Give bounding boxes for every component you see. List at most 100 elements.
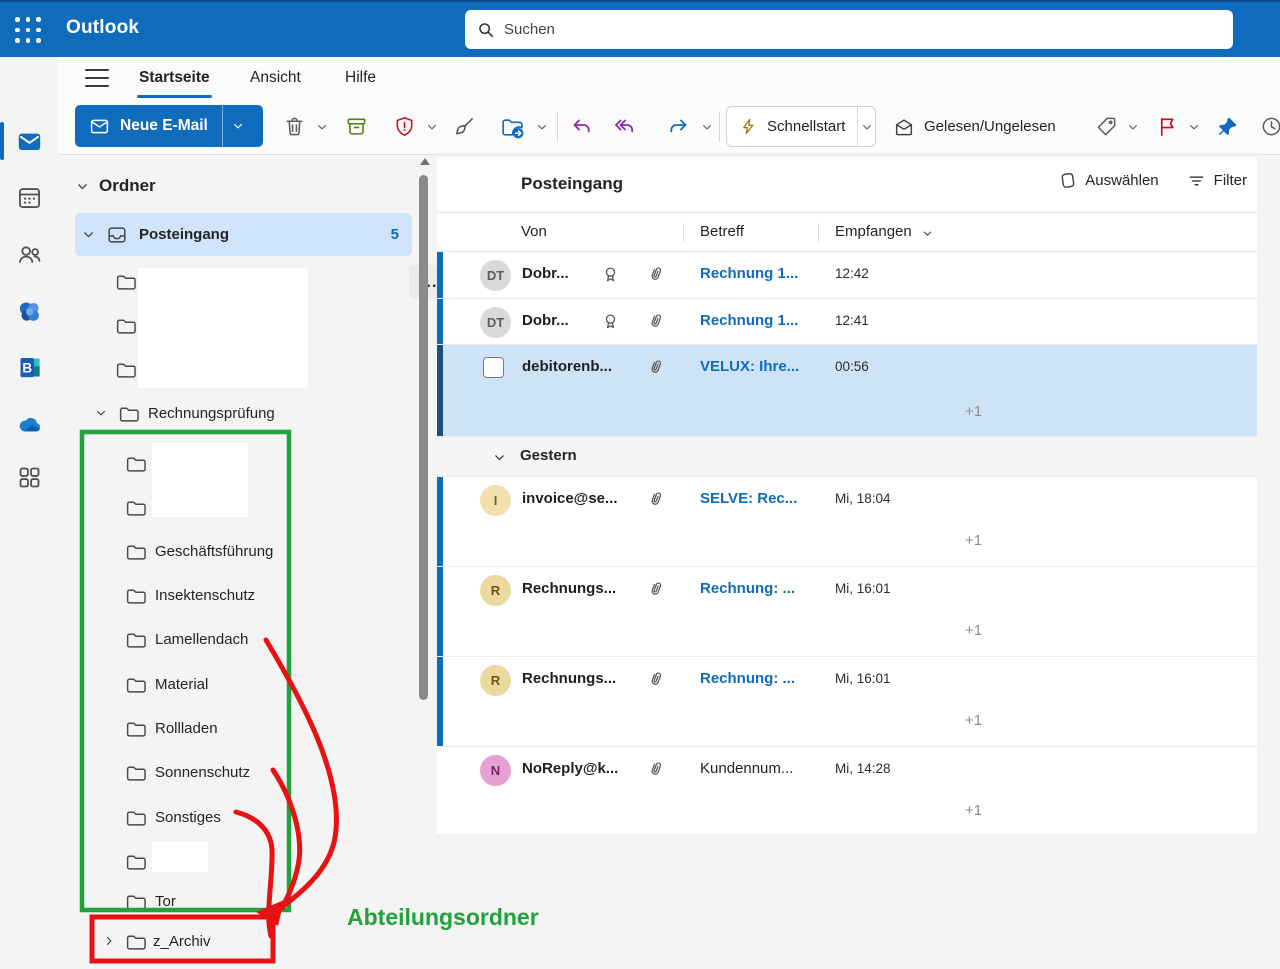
tab-startseite[interactable]: Startseite <box>137 65 212 91</box>
message-time: 12:42 <box>835 266 869 281</box>
new-mail-dropdown[interactable] <box>222 105 253 147</box>
message-row[interactable]: R Rechnungs... Rechnung: ... Mi, 16:01 +… <box>437 567 1257 657</box>
forward-dropdown-chevron[interactable] <box>701 121 713 133</box>
tag-icon[interactable] <box>1095 115 1118 138</box>
subfolder-lamellendach[interactable]: Lamellendach <box>75 617 412 661</box>
avatar: DT <box>480 307 511 338</box>
quick-steps-dropdown[interactable] <box>857 107 875 146</box>
message-time: Mi, 18:04 <box>835 491 891 506</box>
mail-icon[interactable] <box>16 128 43 155</box>
folder-icon <box>125 718 146 739</box>
envelope-open-icon <box>893 116 915 138</box>
folder-icon <box>115 359 136 380</box>
group-header-gestern[interactable]: Gestern <box>437 437 1257 477</box>
message-time: Mi, 16:01 <box>835 581 891 596</box>
subfolder-geschaeftsfuehrung[interactable]: Geschäftsführung <box>75 529 412 573</box>
sidebar-scrollbar[interactable] <box>419 175 428 700</box>
attachment-icon <box>643 756 669 782</box>
search-box[interactable] <box>465 10 1233 49</box>
folder-label: Sonstiges <box>155 809 221 826</box>
message-row[interactable]: DT Dobr... Rechnung 1... 12:42 <box>437 252 1257 299</box>
unread-count-badge: 5 <box>391 226 399 243</box>
pin-icon[interactable] <box>1216 115 1239 138</box>
flag-icon[interactable] <box>1156 115 1179 138</box>
message-sender: debitorenb... <box>522 358 612 375</box>
message-row-selected[interactable]: debitorenb... VELUX: Ihre... 00:56 +1 <box>437 345 1257 437</box>
folders-section-header[interactable]: Ordner <box>76 172 156 200</box>
redaction-box <box>152 443 248 517</box>
tag-dropdown-chevron[interactable] <box>1127 121 1139 133</box>
message-row[interactable]: R Rechnungs... Rechnung: ... Mi, 16:01 +… <box>437 657 1257 747</box>
app-launcher-icon[interactable] <box>15 17 42 44</box>
subfolder-rollladen[interactable]: Rollladen <box>75 706 412 750</box>
unread-indicator <box>437 252 443 298</box>
report-icon[interactable] <box>393 115 416 138</box>
attachment-icon <box>643 354 669 380</box>
loop-icon[interactable] <box>16 298 43 325</box>
nav-toggle-icon[interactable] <box>85 69 109 87</box>
people-icon[interactable] <box>16 241 43 268</box>
delete-icon[interactable] <box>283 115 306 138</box>
flag-dropdown-chevron[interactable] <box>1188 121 1200 133</box>
subfolder-sonnenschutz[interactable]: Sonnenschutz <box>75 750 412 794</box>
search-input[interactable] <box>504 21 1221 38</box>
folders-section-title: Ordner <box>99 176 156 196</box>
select-button[interactable]: Auswählen <box>1058 171 1158 190</box>
conversation-overflow-count[interactable]: +1 <box>965 622 982 639</box>
sweep-icon[interactable] <box>453 115 476 138</box>
message-subject: Rechnung: ... <box>700 580 795 597</box>
sidebar-item-posteingang[interactable]: Posteingang 5 <box>75 213 412 256</box>
delete-dropdown-chevron[interactable] <box>316 121 328 133</box>
filter-button[interactable]: Filter <box>1187 171 1247 190</box>
tab-hilfe[interactable]: Hilfe <box>343 65 378 91</box>
move-dropdown-chevron[interactable] <box>536 121 548 133</box>
scrollbar-up-arrow[interactable] <box>420 158 430 165</box>
message-row[interactable]: I invoice@se... SELVE: Rec... Mi, 18:04 … <box>437 477 1257 567</box>
toolbar-divider <box>557 112 558 142</box>
column-von[interactable]: Von <box>521 223 547 240</box>
sidebar-folder-z-archiv[interactable]: z_Archiv <box>75 921 412 961</box>
message-time: Mi, 14:28 <box>835 761 891 776</box>
tab-ansicht[interactable]: Ansicht <box>248 65 303 91</box>
message-row[interactable]: DT Dobr... Rechnung 1... 12:41 <box>437 299 1257 345</box>
subfolder-sonstiges[interactable]: Sonstiges <box>75 795 412 839</box>
onedrive-icon[interactable] <box>16 411 43 438</box>
folder-label: Insektenschutz <box>155 587 255 604</box>
filter-icon <box>1187 171 1206 190</box>
reply-all-icon[interactable] <box>613 115 636 138</box>
read-unread-button[interactable]: Gelesen/Ungelesen <box>893 106 1056 147</box>
message-sender: NoReply@k... <box>522 760 618 777</box>
sort-chevron-icon <box>922 228 933 239</box>
column-headers: Von Betreff Empfangen <box>437 213 1257 252</box>
select-icon <box>1058 171 1077 190</box>
conversation-overflow-count[interactable]: +1 <box>965 712 982 729</box>
message-checkbox[interactable] <box>483 357 504 378</box>
column-empfangen[interactable]: Empfangen <box>835 223 912 240</box>
folder-label: Geschäftsführung <box>155 543 273 560</box>
chevron-down-icon <box>76 180 89 193</box>
subfolder-redacted-3[interactable] <box>75 839 412 883</box>
bookings-icon[interactable]: B <box>16 354 43 381</box>
subfolder-insektenschutz[interactable]: Insektenschutz <box>75 573 412 617</box>
sidebar-folder-rechnungspruefung[interactable]: Rechnungsprüfung <box>75 391 412 435</box>
new-mail-button[interactable]: Neue E-Mail <box>75 105 263 147</box>
forward-icon[interactable] <box>666 115 689 138</box>
quick-steps-button[interactable]: Schnellstart <box>726 106 876 147</box>
conversation-overflow-count[interactable]: +1 <box>965 403 982 420</box>
ribbon: Startseite Ansicht Hilfe Neue E-Mail <box>58 57 1280 155</box>
calendar-icon[interactable] <box>16 184 43 211</box>
conversation-overflow-count[interactable]: +1 <box>965 802 982 819</box>
snooze-clock-icon[interactable] <box>1260 115 1280 138</box>
subfolder-tor[interactable]: Tor <box>75 883 412 919</box>
reply-icon[interactable] <box>570 115 593 138</box>
more-apps-icon[interactable] <box>16 464 43 491</box>
move-to-folder-icon[interactable] <box>500 115 523 138</box>
archive-icon[interactable] <box>345 115 368 138</box>
folder-label: Rollladen <box>155 720 218 737</box>
message-row[interactable]: N NoReply@k... Kundennum... Mi, 14:28 +1 <box>437 747 1257 835</box>
conversation-overflow-count[interactable]: +1 <box>965 532 982 549</box>
column-betreff[interactable]: Betreff <box>700 223 744 240</box>
report-dropdown-chevron[interactable] <box>426 121 438 133</box>
subfolder-material[interactable]: Material <box>75 662 412 706</box>
chevron-down-icon <box>493 451 506 464</box>
